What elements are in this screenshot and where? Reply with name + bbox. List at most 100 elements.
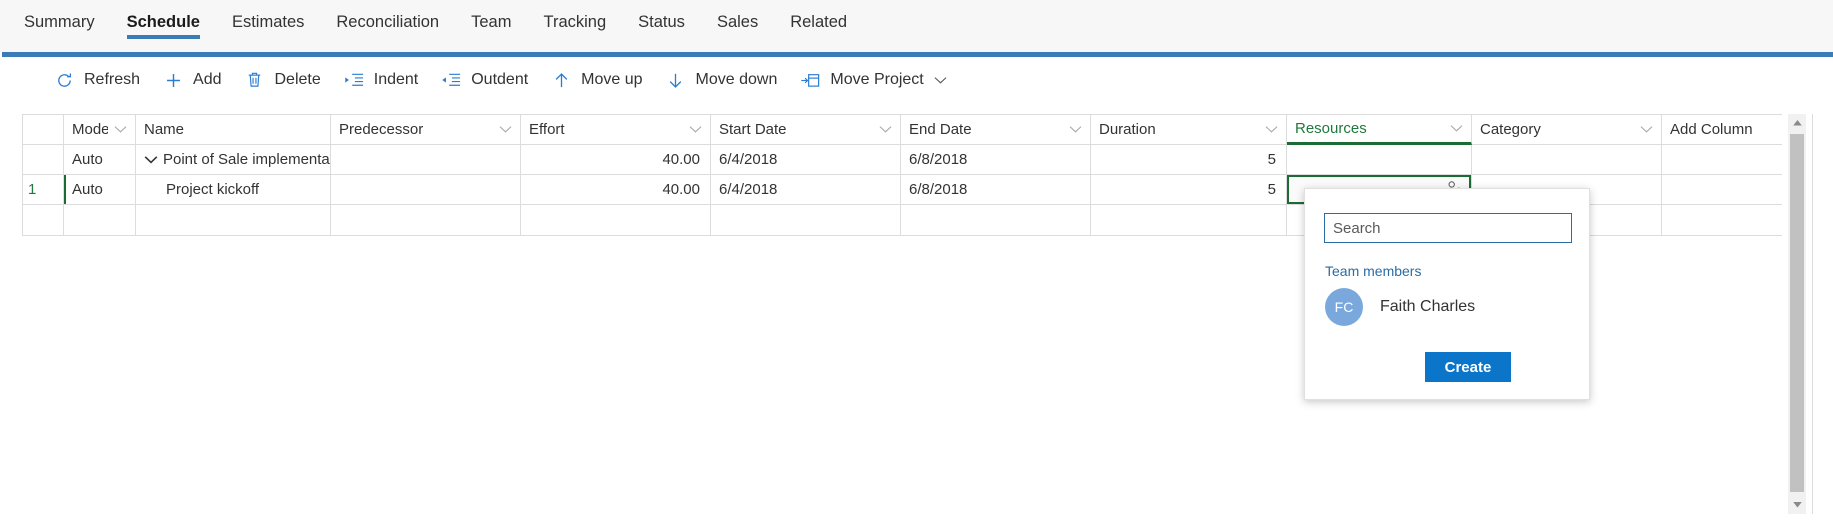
- scrollbar-thumb[interactable]: [1790, 134, 1804, 492]
- nav-tabstrip: Summary Schedule Estimates Reconciliatio…: [0, 0, 1833, 52]
- col-label: Start Date: [719, 121, 787, 138]
- tab-label: Status: [638, 12, 685, 31]
- schedule-page: Summary Schedule Estimates Reconciliatio…: [0, 0, 1833, 527]
- col-header-start-date[interactable]: Start Date: [711, 115, 901, 144]
- col-header-duration[interactable]: Duration: [1091, 115, 1287, 144]
- col-label: Effort: [529, 121, 565, 138]
- indent-icon: [343, 69, 365, 91]
- col-header-add-column[interactable]: Add Column: [1662, 115, 1782, 144]
- cell-start-date[interactable]: 6/4/2018: [711, 145, 901, 174]
- chevron-down-icon[interactable]: [1640, 125, 1653, 134]
- cell-name-text: Project kickoff: [166, 181, 260, 198]
- cell-effort[interactable]: 40.00: [521, 175, 711, 204]
- cell-add-column[interactable]: [1662, 175, 1782, 204]
- cell-duration[interactable]: 5: [1091, 145, 1287, 174]
- tab-tracking[interactable]: Tracking: [527, 0, 622, 44]
- tab-label: Summary: [24, 12, 95, 31]
- tab-label: Tracking: [543, 12, 607, 31]
- tab-team[interactable]: Team: [455, 0, 527, 44]
- chevron-down-icon[interactable]: [689, 125, 702, 134]
- scroll-up-button[interactable]: [1788, 114, 1806, 132]
- col-header-mode[interactable]: Mode: [64, 115, 136, 144]
- col-label: Add Column: [1670, 121, 1753, 138]
- vertical-scrollbar[interactable]: [1788, 114, 1806, 514]
- expand-chevron-icon[interactable]: [144, 155, 158, 165]
- cell-name[interactable]: Project kickoff: [136, 175, 331, 204]
- avatar: FC: [1325, 288, 1363, 326]
- tab-reconciliation[interactable]: Reconciliation: [320, 0, 455, 44]
- scroll-down-button[interactable]: [1788, 496, 1806, 514]
- cell-start-date[interactable]: [711, 205, 901, 235]
- outdent-icon: [440, 69, 462, 91]
- cell-duration[interactable]: 5: [1091, 175, 1287, 204]
- col-label: Predecessor: [339, 121, 424, 138]
- chevron-down-icon[interactable]: [1450, 124, 1463, 133]
- cell-duration[interactable]: [1091, 205, 1287, 235]
- refresh-button[interactable]: Refresh: [42, 62, 151, 98]
- col-header-effort[interactable]: Effort: [521, 115, 711, 144]
- chevron-down-icon[interactable]: [499, 125, 512, 134]
- indent-label: Indent: [373, 71, 419, 88]
- search-input[interactable]: [1324, 213, 1572, 243]
- col-header-category[interactable]: Category: [1472, 115, 1662, 144]
- cell-end-date[interactable]: 6/8/2018: [901, 175, 1091, 204]
- cell-start-date[interactable]: 6/4/2018: [711, 175, 901, 204]
- cell-predecessor[interactable]: [331, 205, 521, 235]
- tab-summary[interactable]: Summary: [8, 0, 111, 44]
- add-button[interactable]: Add: [151, 62, 232, 98]
- tab-schedule[interactable]: Schedule: [111, 0, 216, 44]
- outdent-button[interactable]: Outdent: [429, 62, 539, 98]
- add-label: Add: [193, 71, 222, 88]
- indent-button[interactable]: Indent: [332, 62, 429, 98]
- move-project-icon: [799, 69, 821, 91]
- grid-right-border: [1812, 114, 1813, 514]
- chevron-down-icon[interactable]: [1069, 125, 1082, 134]
- move-down-label: Move down: [695, 71, 778, 88]
- cell-mode[interactable]: Auto: [64, 175, 136, 204]
- cell-name[interactable]: Point of Sale implementatio: [136, 145, 331, 174]
- cell-mode[interactable]: [64, 205, 136, 235]
- chevron-down-icon[interactable]: [879, 125, 892, 134]
- list-item[interactable]: FC Faith Charles: [1325, 285, 1573, 329]
- tab-sales[interactable]: Sales: [701, 0, 774, 44]
- col-label: Name: [144, 121, 185, 138]
- col-header-resources[interactable]: Resources: [1287, 115, 1472, 145]
- command-bar: Refresh Add Delete Indent Outdent Move u…: [0, 57, 1833, 103]
- plus-icon: [162, 69, 184, 91]
- table-row[interactable]: Auto Point of Sale implementatio 40.00 6…: [23, 145, 1782, 175]
- tab-related[interactable]: Related: [774, 0, 863, 44]
- col-header-name[interactable]: Name: [136, 115, 331, 144]
- cell-rownum: [23, 145, 64, 174]
- cell-predecessor[interactable]: [331, 145, 521, 174]
- create-button[interactable]: Create: [1425, 352, 1511, 382]
- person-name: Faith Charles: [1380, 298, 1476, 315]
- col-header-rownum: [23, 115, 64, 144]
- cell-add-column[interactable]: [1662, 205, 1782, 235]
- tab-status[interactable]: Status: [622, 0, 701, 44]
- cell-resources[interactable]: [1287, 145, 1472, 174]
- cell-predecessor[interactable]: [331, 175, 521, 204]
- chevron-down-icon[interactable]: [114, 125, 127, 134]
- outdent-label: Outdent: [471, 71, 529, 88]
- col-header-end-date[interactable]: End Date: [901, 115, 1091, 144]
- tab-label: Estimates: [231, 12, 305, 31]
- col-label: End Date: [909, 121, 972, 138]
- cell-add-column[interactable]: [1662, 145, 1782, 174]
- move-up-button[interactable]: Move up: [539, 62, 653, 98]
- chevron-down-icon[interactable]: [1265, 125, 1278, 134]
- trash-icon: [244, 69, 266, 91]
- col-label: Category: [1480, 121, 1541, 138]
- cell-effort[interactable]: [521, 205, 711, 235]
- cell-mode[interactable]: Auto: [64, 145, 136, 174]
- move-project-button[interactable]: Move Project: [788, 62, 957, 98]
- move-down-button[interactable]: Move down: [654, 62, 789, 98]
- col-header-predecessor[interactable]: Predecessor: [331, 115, 521, 144]
- cell-effort[interactable]: 40.00: [521, 145, 711, 174]
- cell-end-date[interactable]: [901, 205, 1091, 235]
- delete-button[interactable]: Delete: [233, 62, 332, 98]
- tab-estimates[interactable]: Estimates: [216, 0, 320, 44]
- cell-name[interactable]: [136, 205, 331, 235]
- cell-category[interactable]: [1472, 145, 1662, 174]
- refresh-icon: [53, 69, 75, 91]
- cell-end-date[interactable]: 6/8/2018: [901, 145, 1091, 174]
